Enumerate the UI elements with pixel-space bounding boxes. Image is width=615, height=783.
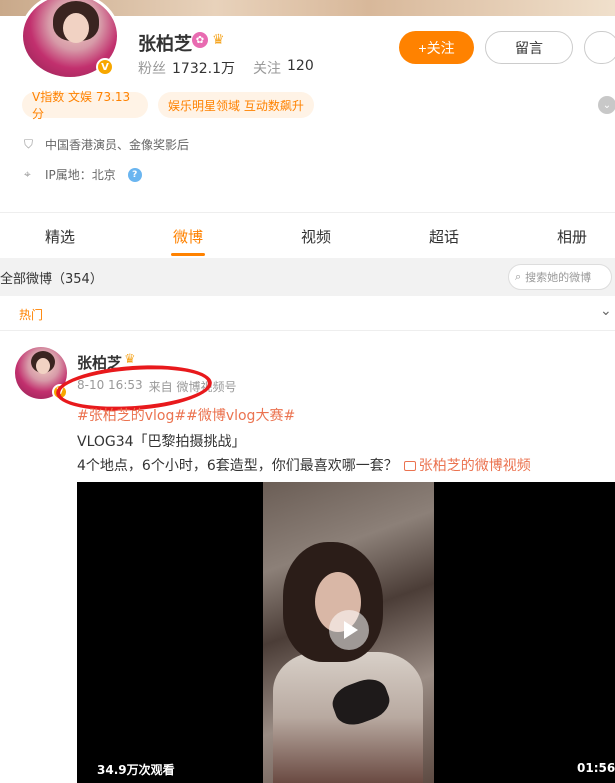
- post-hashtags[interactable]: #张柏芝的vlog##微博vlog大赛#: [77, 405, 295, 425]
- shield-icon: ⛉: [24, 137, 34, 151]
- video-icon: [403, 461, 416, 471]
- profile-stats: 粉丝 1732.1万 关注 120: [138, 58, 314, 78]
- profile-name: 张柏芝: [138, 34, 192, 55]
- crown-icon: ♛: [124, 352, 136, 367]
- tab-weibo[interactable]: 微博: [173, 226, 203, 247]
- domain-tag[interactable]: 娱乐明星领域 互动数飙升: [158, 92, 314, 118]
- super-topic-icon[interactable]: ✿: [192, 32, 208, 48]
- profile-tabs: 精选 微博 视频 超话 相册: [0, 212, 615, 258]
- search-icon: ⌕: [515, 270, 522, 283]
- chevron-down-icon[interactable]: ⌄: [600, 303, 612, 319]
- tab-album[interactable]: 相册: [557, 226, 587, 247]
- tab-video[interactable]: 视频: [301, 226, 331, 247]
- v-index-tag[interactable]: V指数 文娱 73.13分: [22, 90, 148, 121]
- verified-badge-icon: V: [96, 58, 114, 76]
- message-button[interactable]: 留言: [485, 31, 573, 64]
- more-button[interactable]: [584, 31, 615, 64]
- post-body: 4个地点，6个小时，6套造型，你们最喜欢哪一套？ 张柏芝的微博视频: [77, 458, 531, 474]
- crown-icon: ♛: [212, 32, 225, 48]
- follow-button[interactable]: +关注: [399, 31, 474, 64]
- post-search-input[interactable]: ⌕ 搜索她的微博: [508, 264, 612, 290]
- chevron-down-icon[interactable]: ⌄: [598, 96, 615, 114]
- followers-count[interactable]: 1732.1万: [172, 58, 235, 78]
- active-tab-indicator: [171, 253, 205, 256]
- tab-supertopic[interactable]: 超话: [429, 226, 459, 247]
- filter-bar: 全部微博（354） ⌕ 搜索她的微博: [0, 258, 615, 296]
- tab-featured[interactable]: 精选: [45, 226, 75, 247]
- video-player[interactable]: 34.9万次观看 01:56: [77, 482, 615, 783]
- hot-label: 热门: [19, 308, 44, 322]
- hot-section-header[interactable]: 热门 ⌄: [0, 297, 615, 331]
- all-posts-filter[interactable]: 全部微博（354）: [0, 268, 103, 287]
- following-count[interactable]: 120: [287, 58, 314, 78]
- description-row: ⛉ 中国香港演员、金像奖影后: [24, 137, 190, 153]
- view-count: 34.9万次观看: [97, 763, 175, 777]
- location-icon: ⌖: [24, 167, 31, 181]
- video-link[interactable]: 张柏芝的微博视频: [419, 458, 531, 474]
- post-title: VLOG34「巴黎拍摄挑战」: [77, 434, 246, 450]
- help-icon[interactable]: ?: [127, 167, 142, 182]
- ip-location-row: ⌖ IP属地：北京 ?: [24, 166, 142, 183]
- play-icon[interactable]: [329, 610, 369, 650]
- video-duration: 01:56: [577, 761, 615, 775]
